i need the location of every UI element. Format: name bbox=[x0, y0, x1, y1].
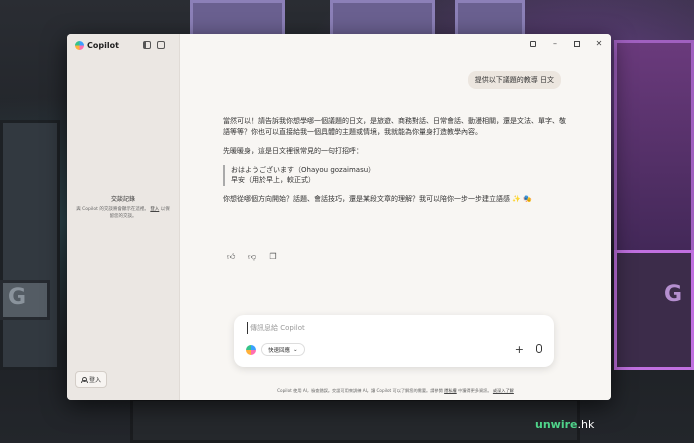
login-button[interactable]: 登入 bbox=[75, 371, 108, 388]
composer: 快速回應 ⌄ + bbox=[234, 315, 554, 367]
wallpaper-tile bbox=[130, 398, 580, 443]
quick-reply-dropdown[interactable]: 快速回應 ⌄ bbox=[261, 343, 305, 356]
wallpaper-tile bbox=[614, 250, 694, 370]
history-text: 與 Copilot 的交談將會顯示在這裡。 bbox=[76, 207, 149, 212]
user-message: 提供以下議題的教導 日文 bbox=[467, 71, 561, 89]
brand: Copilot bbox=[75, 41, 119, 50]
wallpaper-tile bbox=[0, 120, 60, 370]
login-label: 登入 bbox=[89, 377, 102, 384]
watermark-brand: unwire bbox=[535, 418, 578, 431]
footer-text: Copilot 使用 AI，檢查錯誤。交談可用來訓練 AI。讓 Copilot … bbox=[277, 388, 443, 393]
quote-line: おはようございます（Ohayou gozaimasu） bbox=[231, 165, 376, 174]
history-section: 交談記錄 與 Copilot 的交談將會顯示在這裡。 登入 以保留您的交談。 bbox=[75, 194, 171, 221]
history-title: 交談記錄 bbox=[110, 196, 135, 203]
sidebar-toggle-icon[interactable] bbox=[143, 41, 151, 49]
reply-paragraph: 你想從哪個方向開始？話題、會話技巧，還是某段文章的理解？我可以陪你一步一步建立語… bbox=[223, 195, 532, 204]
wallpaper-glyph: G bbox=[663, 282, 682, 307]
footer-disclaimer: Copilot 使用 AI，檢查錯誤。交談可用來訓練 AI。讓 Copilot … bbox=[180, 388, 611, 394]
reply-paragraph: 先暖暖身，這是日文裡很常見的一句打招呼： bbox=[223, 146, 363, 155]
maximize-button[interactable] bbox=[574, 41, 580, 47]
window-controls: – ✕ bbox=[530, 40, 603, 48]
microphone-icon[interactable] bbox=[536, 344, 542, 353]
thumbs-up-icon[interactable]: 👍︎ bbox=[227, 253, 235, 261]
watermark-logo: unwire.hk bbox=[535, 418, 594, 431]
reply-actions: 👍︎ 👎︎ ❐ bbox=[227, 253, 277, 261]
minimize-button[interactable]: – bbox=[551, 40, 559, 48]
message-input[interactable] bbox=[247, 322, 447, 334]
wallpaper-glyph: G bbox=[8, 285, 27, 310]
watermark-tld: .hk bbox=[577, 418, 595, 431]
copy-icon[interactable]: ❐ bbox=[269, 253, 277, 261]
assistant-reply: 當然可以！請告訴我你想學哪一個議題的日文，是旅遊、商務對話、日常會話、動漫相關，… bbox=[223, 116, 568, 213]
history-login-link[interactable]: 登入 bbox=[150, 207, 159, 212]
sidebar: Copilot 交談記錄 與 Copilot 的交談將會顯示在這裡。 登入 以保… bbox=[67, 34, 180, 400]
person-icon bbox=[81, 376, 88, 383]
sidebar-toolbar bbox=[143, 41, 165, 49]
reply-quote: おはようございます（Ohayou gozaimasu） 早安（用於早上，較正式） bbox=[223, 164, 568, 187]
chevron-down-icon: ⌄ bbox=[293, 346, 298, 353]
chat-area: – ✕ 提供以下議題的教導 日文 當然可以！請告訴我你想學哪一個議題的日文，是旅… bbox=[180, 34, 611, 400]
footer-mid: 中獲得更多資訊。 bbox=[458, 388, 492, 393]
quote-line: 早安（用於早上，較正式） bbox=[231, 176, 315, 185]
app-name: Copilot bbox=[87, 41, 119, 50]
close-button[interactable]: ✕ bbox=[595, 40, 603, 48]
reply-paragraph: 當然可以！請告訴我你想學哪一個議題的日文，是旅遊、商務對話、日常會話、動漫相關，… bbox=[223, 117, 566, 136]
copilot-logo-icon bbox=[246, 345, 256, 355]
history-description: 與 Copilot 的交談將會顯示在這裡。 登入 以保留您的交談。 bbox=[75, 207, 171, 221]
plus-icon[interactable]: + bbox=[515, 344, 524, 355]
new-chat-icon[interactable] bbox=[157, 41, 165, 49]
copilot-logo-icon bbox=[75, 41, 84, 50]
thumbs-down-icon[interactable]: 👎︎ bbox=[248, 253, 256, 261]
popout-icon[interactable] bbox=[530, 41, 536, 47]
copilot-window: Copilot 交談記錄 與 Copilot 的交談將會顯示在這裡。 登入 以保… bbox=[67, 34, 611, 400]
learn-more-link[interactable]: 或深入了解 bbox=[493, 388, 514, 393]
privacy-link[interactable]: 隱私權 bbox=[444, 388, 457, 393]
quick-reply-label: 快速回應 bbox=[268, 347, 291, 354]
